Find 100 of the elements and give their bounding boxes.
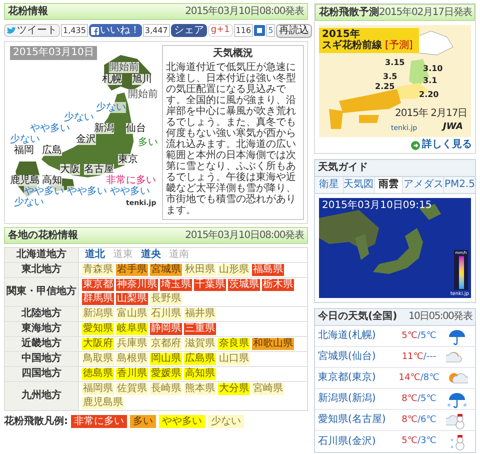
arrow-circle-icon — [411, 140, 420, 150]
prefecture-tag[interactable]: 大阪府 — [82, 338, 114, 350]
prefecture-tag[interactable]: 栃木県 — [262, 279, 294, 291]
prefecture-tag[interactable]: 神奈川県 — [116, 279, 158, 291]
region-name-cell: 四国地方 — [5, 367, 79, 381]
issued-date: 2015年 2月17日 — [395, 109, 468, 119]
bookmark-icon[interactable] — [254, 25, 266, 36]
pollen-label: 開始前 — [109, 62, 139, 73]
prefecture-tag[interactable]: 島根県 — [116, 353, 148, 365]
city-label: 新潟 — [94, 123, 114, 134]
reload-button[interactable]: 再読込 — [276, 24, 312, 38]
city-link[interactable]: 宮城県(仙台) — [318, 352, 392, 362]
prefecture-tag[interactable]: 三重県 — [184, 323, 216, 335]
prefecture-tag[interactable]: 岡山県 — [150, 353, 182, 365]
published-time: 2015年03月10日08:00発表 — [185, 230, 304, 240]
summary-text: 北海道付近で低気圧が急速に発達し、日本付近は強い冬型の気圧配置になる見込みです。全国的に風が強まり、沿岸部を中心に暴風が吹き荒れるでしょう。また、真冬でも何度もない強い寒気が西から流れ込みます。北海道の広い範囲と本州の日本海側では次第に雪となり、ふぶく所もあるでしょう。午後は東海や近畿など太平洋側も雪が降り、市街地でも積雪の恐れがあります。 — [166, 62, 297, 216]
prefecture-tag[interactable]: 長野県 — [150, 293, 182, 305]
city-label: 仙台 — [126, 123, 146, 134]
guide-tab[interactable]: 天気図 — [344, 177, 375, 193]
panel-title: 今日の天気(全国) — [318, 312, 398, 322]
front-date-label: 3.15 — [385, 59, 405, 67]
prefecture-tag[interactable]: 宮城県 — [150, 264, 182, 276]
prefecture-tag[interactable]: 新潟県 — [82, 308, 114, 320]
front-date-label: 3.5 — [383, 73, 398, 81]
prefecture-tag[interactable]: 埼玉県 — [160, 279, 192, 291]
prefecture-tag[interactable]: 福島県 — [252, 264, 284, 276]
prefecture-tag[interactable]: 大分県 — [218, 383, 250, 395]
forecast-tag: [予測] — [385, 41, 413, 51]
guide-tab[interactable]: アメダス — [403, 177, 444, 193]
facebook-icon — [90, 26, 99, 34]
prefecture-tag[interactable]: 熊本県 — [184, 383, 216, 395]
pollen-label: 多い — [138, 137, 158, 148]
prefecture-tag[interactable]: 山梨県 — [116, 293, 148, 305]
guide-tab[interactable]: PM2.5 — [444, 177, 475, 193]
prefecture-tag[interactable]: 群馬県 — [82, 293, 114, 305]
region-name-cell: 九州地方 — [5, 382, 79, 410]
prefecture-tag[interactable]: 愛知県 — [82, 323, 114, 335]
prefecture-tag[interactable]: 滋賀県 — [184, 338, 216, 350]
prefecture-tag[interactable]: 兵庫県 — [116, 338, 148, 350]
prefecture-tag[interactable]: 石川県 — [150, 308, 182, 320]
pollen-label: 非常に多い — [106, 175, 156, 186]
city-link[interactable]: 北海道(札幌) — [318, 331, 392, 341]
prefecture-tag[interactable]: 奈良県 — [218, 338, 250, 350]
area-link[interactable]: 道央 — [138, 249, 164, 261]
region-name-cell: 中国地方 — [5, 352, 79, 366]
prefecture-tag[interactable]: 静岡県 — [150, 323, 182, 335]
legend-swatch: やや多い — [159, 415, 205, 428]
city-label: 広島 — [42, 145, 62, 156]
city-link[interactable]: 新潟県(新潟) — [318, 394, 392, 404]
city-link[interactable]: 愛知県(名古屋) — [318, 415, 392, 425]
prefecture-tag[interactable]: 山口県 — [218, 353, 250, 365]
prefecture-tag[interactable]: 秋田県 — [184, 264, 216, 276]
map-date: 2015年03月10日 — [10, 46, 97, 60]
region-name-cell: 北海道地方 — [5, 248, 79, 262]
front-date-label: 3.10 — [423, 65, 443, 73]
legend-swatch: 少ない — [208, 415, 244, 428]
panel-title: 各地の花粉情報 — [8, 230, 78, 240]
plus-one-button[interactable]: g+1 — [208, 24, 233, 37]
prefecture-tag[interactable]: 千葉県 — [194, 279, 226, 291]
details-link[interactable]: 詳しく見る — [411, 140, 472, 150]
prefecture-tag[interactable]: 高知県 — [184, 368, 216, 380]
prefecture-tag[interactable]: 岩手県 — [116, 264, 148, 276]
prefecture-tag[interactable]: 福岡県 — [82, 383, 114, 395]
panel-title: 花粉情報 — [8, 6, 48, 16]
share-button[interactable]: シェア — [170, 24, 207, 37]
prefecture-tag[interactable]: 岐阜県 — [116, 323, 148, 335]
pollen-label: やや多い — [67, 186, 107, 197]
like-button[interactable]: いいね！ — [88, 24, 142, 37]
prefecture-tag[interactable]: 長崎県 — [150, 383, 182, 395]
prefecture-tag[interactable]: 東京都 — [82, 279, 114, 291]
prefecture-tag[interactable]: 富山県 — [116, 308, 148, 320]
city-link[interactable]: 東京都(東京) — [318, 373, 392, 383]
city-link[interactable]: 石川県(金沢) — [318, 436, 392, 446]
prefecture-tag[interactable]: 鹿児島県 — [82, 397, 124, 409]
temperature-text: 11℃/--- — [400, 352, 438, 362]
prefecture-tag[interactable]: 青森県 — [82, 264, 114, 276]
prefecture-tag[interactable]: 福井県 — [184, 308, 216, 320]
area-link[interactable]: 道北 — [82, 249, 108, 261]
pollen-label: 少ない — [10, 134, 40, 145]
legend-swatch: 非常に多い — [71, 415, 127, 428]
prefecture-tag[interactable]: 宮崎県 — [252, 383, 284, 395]
pollen-label: 少ない — [96, 102, 126, 113]
pollen-label: 開始前 — [128, 89, 158, 100]
pollen-label: 少ない — [14, 197, 44, 208]
prefecture-tag[interactable]: 広島県 — [184, 353, 216, 365]
prefecture-tag[interactable]: 佐賀県 — [116, 383, 148, 395]
tweet-button[interactable]: ツイート — [4, 24, 60, 37]
pollen-label: やや多い — [110, 186, 150, 197]
guide-tab[interactable]: 衛星 — [315, 177, 344, 193]
front-date-label: 3.1 — [423, 77, 438, 85]
prefecture-tag[interactable]: 山形県 — [218, 264, 250, 276]
front-date-label: 2.20 — [419, 91, 439, 99]
prefecture-tag[interactable]: 京都府 — [150, 338, 182, 350]
prefecture-tag[interactable]: 徳島県 — [82, 368, 114, 380]
prefecture-tag[interactable]: 和歌山県 — [252, 338, 294, 350]
prefecture-tag[interactable]: 香川県 — [116, 368, 148, 380]
city-label: 大阪 — [60, 164, 80, 175]
prefecture-tag[interactable]: 愛媛県 — [150, 368, 182, 380]
prefecture-tag[interactable]: 茨城県 — [228, 279, 260, 291]
prefecture-tag[interactable]: 鳥取県 — [82, 353, 114, 365]
